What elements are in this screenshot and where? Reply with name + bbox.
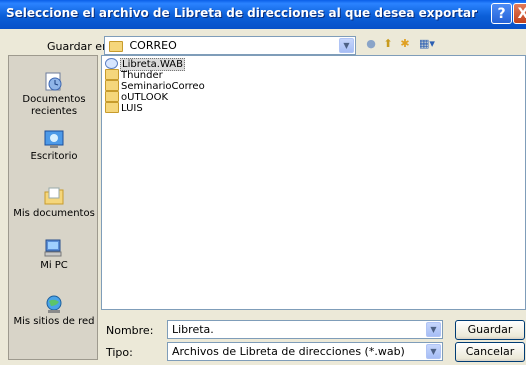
network-places-icon: [46, 295, 62, 313]
chevron-down-icon[interactable]: ▼: [339, 38, 354, 53]
save-in-value-wrap: CORREO: [109, 39, 177, 52]
type-label: Tipo:: [106, 346, 133, 359]
place-network[interactable]: Mis sitios de red: [9, 294, 99, 328]
title-bar[interactable]: Seleccione el archivo de Libreta de dire…: [0, 0, 526, 29]
new-folder-icon[interactable]: ✱: [398, 37, 412, 51]
folder-icon: [105, 91, 119, 102]
file-name: Thunder: [121, 69, 163, 81]
back-icon[interactable]: ●: [364, 37, 378, 51]
list-item[interactable]: Libreta.WAB: [105, 57, 186, 71]
cancel-button[interactable]: Cancelar: [455, 342, 525, 362]
recent-documents-icon: [45, 72, 62, 91]
place-my-pc-label: Mi PC: [40, 260, 68, 271]
filename-field[interactable]: Libreta. ▼: [167, 320, 443, 339]
place-desktop-label: Escritorio: [30, 151, 78, 162]
my-computer-icon: [44, 239, 62, 257]
folder-icon: [105, 80, 119, 91]
list-item[interactable]: Thunder: [105, 69, 163, 81]
filetype-dropdown[interactable]: Archivos de Libreta de direcciones (*.wa…: [167, 342, 443, 361]
places-bar: Documentos recientes Escritorio Mis docu…: [8, 55, 98, 360]
save-in-label: Guardar en:: [47, 40, 113, 53]
view-menu-icon[interactable]: ▦▾: [415, 37, 439, 51]
my-documents-icon: [44, 187, 64, 205]
up-folder-icon[interactable]: ⬆: [381, 37, 395, 51]
place-my-pc[interactable]: Mi PC: [9, 238, 99, 272]
file-list[interactable]: Libreta.WAB Thunder SeminarioCorreo oUTL…: [101, 55, 526, 310]
close-button[interactable]: X: [513, 3, 526, 24]
save-in-dropdown[interactable]: CORREO ▼: [104, 36, 356, 55]
help-button[interactable]: ?: [491, 3, 512, 24]
folder-icon: [105, 102, 119, 113]
chevron-down-icon[interactable]: ▼: [426, 344, 441, 359]
save-in-value: CORREO: [129, 39, 177, 52]
file-name: oUTLOOK: [121, 91, 169, 103]
filename-value: Libreta.: [172, 323, 214, 336]
save-dialog: Seleccione el archivo de Libreta de dire…: [0, 0, 526, 365]
place-my-documents-label: Mis documentos: [13, 208, 95, 219]
folder-icon: [109, 40, 123, 52]
filetype-value: Archivos de Libreta de direcciones (*.wa…: [172, 345, 405, 358]
list-item[interactable]: oUTLOOK: [105, 91, 169, 103]
desktop-icon: [44, 130, 64, 148]
dialog-title: Seleccione el archivo de Libreta de dire…: [6, 6, 478, 20]
place-desktop[interactable]: Escritorio: [9, 129, 99, 163]
file-name: SeminarioCorreo: [121, 80, 205, 92]
folder-icon: [105, 69, 119, 80]
chevron-down-icon[interactable]: ▼: [426, 322, 441, 337]
place-recent[interactable]: Documentos recientes: [9, 72, 99, 118]
save-button[interactable]: Guardar: [455, 320, 525, 340]
file-name: LUIS: [121, 102, 143, 114]
list-item[interactable]: SeminarioCorreo: [105, 80, 205, 92]
wab-file-icon: [105, 58, 118, 69]
place-network-label: Mis sitios de red: [13, 316, 95, 327]
name-label: Nombre:: [106, 324, 154, 337]
list-item[interactable]: LUIS: [105, 102, 143, 114]
place-recent-label: Documentos recientes: [22, 94, 86, 117]
place-my-documents[interactable]: Mis documentos: [9, 186, 99, 220]
